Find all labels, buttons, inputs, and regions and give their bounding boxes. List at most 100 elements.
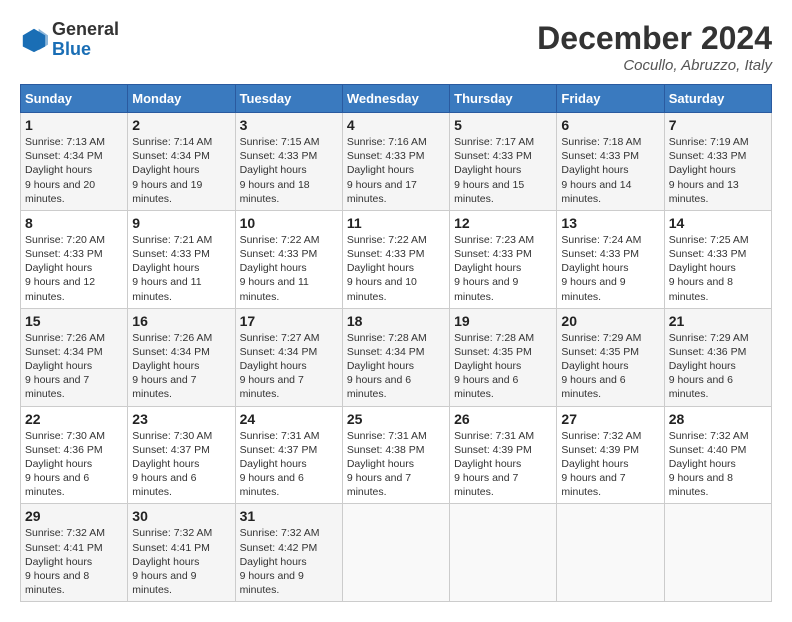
calendar-cell: 25Sunrise: 7:31 AMSunset: 4:38 PMDayligh… [342,406,449,504]
calendar-cell [557,504,664,602]
calendar-cell: 17 Sunrise: 7:27 AMSunset: 4:34 PMDayligh… [235,308,342,406]
day-number: 25 [347,411,445,427]
calendar-cell: 9Sunrise: 7:21 AMSunset: 4:33 PMDaylight… [128,210,235,308]
day-info: Sunrise: 7:13 AMSunset: 4:34 PMDaylight … [25,135,123,206]
day-info: Sunrise: 7:32 AMSunset: 4:41 PMDaylight … [132,526,230,597]
day-number: 7 [669,117,767,133]
day-info: Sunrise: 7:14 AMSunset: 4:34 PMDaylight … [132,135,230,206]
calendar-cell: 28 Sunrise: 7:32 AMSunset: 4:40 PMDayligh… [664,406,771,504]
month-title: December 2024 [537,20,772,57]
calendar-cell: 13Sunrise: 7:24 AMSunset: 4:33 PMDayligh… [557,210,664,308]
logo[interactable]: General Blue [20,20,119,60]
day-number: 4 [347,117,445,133]
weekday-header-wednesday: Wednesday [342,85,449,113]
day-info: Sunrise: 7:15 AMSunset: 4:33 PMDaylight … [240,135,338,206]
day-info: Sunrise: 7:16 AMSunset: 4:33 PMDaylight … [347,135,445,206]
calendar-cell: 19 Sunrise: 7:28 AMSunset: 4:35 PMDayligh… [450,308,557,406]
calendar-cell: 18Sunrise: 7:28 AMSunset: 4:34 PMDayligh… [342,308,449,406]
day-number: 31 [240,508,338,524]
day-info: Sunrise: 7:19 AMSunset: 4:33 PMDaylight … [669,135,767,206]
calendar-week-row: 8Sunrise: 7:20 AMSunset: 4:33 PMDaylight… [21,210,772,308]
day-number: 16 [132,313,230,329]
calendar-cell: 12 Sunrise: 7:23 AMSunset: 4:33 PMDayligh… [450,210,557,308]
day-number: 27 [561,411,659,427]
calendar-cell: 1Sunrise: 7:13 AMSunset: 4:34 PMDaylight… [21,113,128,211]
logo-general-text: General [52,19,119,39]
title-block: December 2024 Cocullo, Abruzzo, Italy [537,20,772,74]
calendar-cell: 8Sunrise: 7:20 AMSunset: 4:33 PMDaylight… [21,210,128,308]
calendar-cell [664,504,771,602]
calendar-week-row: 1Sunrise: 7:13 AMSunset: 4:34 PMDaylight… [21,113,772,211]
calendar-cell [450,504,557,602]
day-number: 28 [669,411,767,427]
calendar-cell: 23Sunrise: 7:30 AMSunset: 4:37 PMDayligh… [128,406,235,504]
day-info: Sunrise: 7:31 AMSunset: 4:37 PMDaylight … [240,429,338,500]
day-info: Sunrise: 7:18 AMSunset: 4:33 PMDaylight … [561,135,659,206]
day-info: Sunrise: 7:28 AMSunset: 4:35 PMDaylight … [454,331,552,402]
day-number: 15 [25,313,123,329]
day-number: 6 [561,117,659,133]
page-header: General Blue December 2024 Cocullo, Abru… [20,20,772,74]
day-info: Sunrise: 7:27 AMSunset: 4:34 PMDaylight … [240,331,338,402]
calendar-table: SundayMondayTuesdayWednesdayThursdayFrid… [20,84,772,602]
day-number: 22 [25,411,123,427]
day-info: Sunrise: 7:24 AMSunset: 4:33 PMDaylight … [561,233,659,304]
day-number: 12 [454,215,552,231]
day-number: 19 [454,313,552,329]
day-info: Sunrise: 7:28 AMSunset: 4:34 PMDaylight … [347,331,445,402]
weekday-header-tuesday: Tuesday [235,85,342,113]
day-number: 3 [240,117,338,133]
calendar-cell: 31 Sunrise: 7:32 AMSunset: 4:42 PMDayligh… [235,504,342,602]
weekday-header-row: SundayMondayTuesdayWednesdayThursdayFrid… [21,85,772,113]
calendar-cell: 4 Sunrise: 7:16 AMSunset: 4:33 PMDaylight… [342,113,449,211]
day-info: Sunrise: 7:29 AMSunset: 4:35 PMDaylight … [561,331,659,402]
day-number: 14 [669,215,767,231]
day-info: Sunrise: 7:25 AMSunset: 4:33 PMDaylight … [669,233,767,304]
location-text: Cocullo, Abruzzo, Italy [537,57,772,74]
calendar-cell: 21Sunrise: 7:29 AMSunset: 4:36 PMDayligh… [664,308,771,406]
day-info: Sunrise: 7:30 AMSunset: 4:37 PMDaylight … [132,429,230,500]
day-number: 30 [132,508,230,524]
day-info: Sunrise: 7:31 AMSunset: 4:39 PMDaylight … [454,429,552,500]
day-number: 5 [454,117,552,133]
day-number: 8 [25,215,123,231]
day-info: Sunrise: 7:23 AMSunset: 4:33 PMDaylight … [454,233,552,304]
day-info: Sunrise: 7:26 AMSunset: 4:34 PMDaylight … [25,331,123,402]
day-info: Sunrise: 7:26 AMSunset: 4:34 PMDaylight … [132,331,230,402]
calendar-cell: 27 Sunrise: 7:32 AMSunset: 4:39 PMDayligh… [557,406,664,504]
calendar-cell: 14 Sunrise: 7:25 AMSunset: 4:33 PMDayligh… [664,210,771,308]
day-info: Sunrise: 7:21 AMSunset: 4:33 PMDaylight … [132,233,230,304]
day-info: Sunrise: 7:32 AMSunset: 4:40 PMDaylight … [669,429,767,500]
day-number: 17 [240,313,338,329]
calendar-week-row: 22 Sunrise: 7:30 AMSunset: 4:36 PMDayligh… [21,406,772,504]
day-info: Sunrise: 7:32 AMSunset: 4:39 PMDaylight … [561,429,659,500]
calendar-cell [342,504,449,602]
weekday-header-sunday: Sunday [21,85,128,113]
calendar-cell: 5 Sunrise: 7:17 AMSunset: 4:33 PMDaylight… [450,113,557,211]
calendar-cell: 7 Sunrise: 7:19 AMSunset: 4:33 PMDaylight… [664,113,771,211]
day-info: Sunrise: 7:29 AMSunset: 4:36 PMDaylight … [669,331,767,402]
weekday-header-monday: Monday [128,85,235,113]
day-info: Sunrise: 7:32 AMSunset: 4:41 PMDaylight … [25,526,123,597]
day-number: 11 [347,215,445,231]
day-info: Sunrise: 7:22 AMSunset: 4:33 PMDaylight … [347,233,445,304]
weekday-header-friday: Friday [557,85,664,113]
day-number: 2 [132,117,230,133]
calendar-cell: 3 Sunrise: 7:15 AMSunset: 4:33 PMDaylight… [235,113,342,211]
calendar-cell: 22 Sunrise: 7:30 AMSunset: 4:36 PMDayligh… [21,406,128,504]
day-info: Sunrise: 7:30 AMSunset: 4:36 PMDaylight … [25,429,123,500]
calendar-cell: 16 Sunrise: 7:26 AMSunset: 4:34 PMDayligh… [128,308,235,406]
calendar-cell: 10Sunrise: 7:22 AMSunset: 4:33 PMDayligh… [235,210,342,308]
weekday-header-saturday: Saturday [664,85,771,113]
calendar-cell: 30 Sunrise: 7:32 AMSunset: 4:41 PMDayligh… [128,504,235,602]
day-info: Sunrise: 7:17 AMSunset: 4:33 PMDaylight … [454,135,552,206]
calendar-cell: 20Sunrise: 7:29 AMSunset: 4:35 PMDayligh… [557,308,664,406]
calendar-cell: 6 Sunrise: 7:18 AMSunset: 4:33 PMDaylight… [557,113,664,211]
day-number: 24 [240,411,338,427]
calendar-cell: 24 Sunrise: 7:31 AMSunset: 4:37 PMDayligh… [235,406,342,504]
calendar-cell: 2 Sunrise: 7:14 AMSunset: 4:34 PMDaylight… [128,113,235,211]
logo-icon [20,26,48,54]
day-info: Sunrise: 7:32 AMSunset: 4:42 PMDaylight … [240,526,338,597]
calendar-cell: 15 Sunrise: 7:26 AMSunset: 4:34 PMDayligh… [21,308,128,406]
calendar-week-row: 29Sunrise: 7:32 AMSunset: 4:41 PMDayligh… [21,504,772,602]
